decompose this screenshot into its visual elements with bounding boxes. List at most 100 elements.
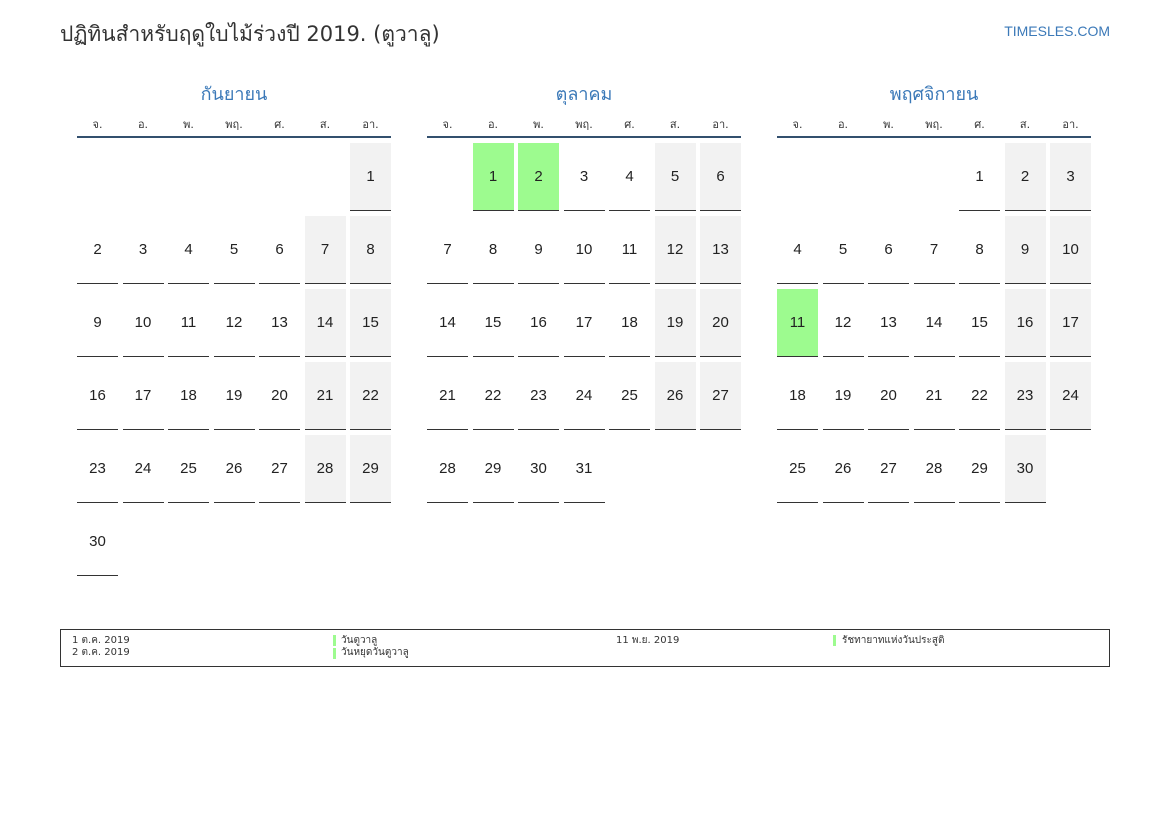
holiday-day-cell[interactable]: 11 <box>777 289 818 357</box>
day-cell[interactable]: 5 <box>654 143 696 211</box>
day-cell[interactable]: 7 <box>304 216 346 284</box>
day-cell[interactable]: 21 <box>427 362 468 430</box>
weekday-label: พฤ. <box>225 118 243 131</box>
day-cell[interactable]: 21 <box>304 362 346 430</box>
day-cell[interactable]: 8 <box>959 216 1000 284</box>
day-cell[interactable]: 2 <box>77 216 118 284</box>
day-cell[interactable]: 13 <box>700 216 741 284</box>
day-cell[interactable]: 23 <box>518 362 559 430</box>
day-cell[interactable]: 18 <box>777 362 818 430</box>
day-cell[interactable]: 6 <box>259 216 300 284</box>
day-cell[interactable]: 1 <box>959 143 1000 211</box>
day-cell[interactable]: 17 <box>563 289 605 357</box>
day-cell[interactable]: 23 <box>77 435 118 503</box>
day-cell[interactable]: 20 <box>259 362 300 430</box>
day-cell[interactable]: 5 <box>213 216 255 284</box>
day-cell[interactable]: 4 <box>609 143 650 211</box>
day-cell[interactable]: 28 <box>427 435 468 503</box>
day-cell[interactable]: 15 <box>350 289 391 357</box>
day-cell[interactable]: 7 <box>913 216 955 284</box>
day-cell[interactable]: 14 <box>427 289 468 357</box>
day-cell[interactable]: 29 <box>959 435 1000 503</box>
day-cell[interactable]: 20 <box>700 289 741 357</box>
day-cell[interactable]: 10 <box>122 289 164 357</box>
day-cell[interactable]: 11 <box>168 289 209 357</box>
day-cell[interactable]: 19 <box>822 362 864 430</box>
brand-link[interactable]: TIMESLES.COM <box>1004 23 1110 39</box>
day-cell[interactable]: 11 <box>609 216 650 284</box>
day-cell[interactable]: 12 <box>654 216 696 284</box>
day-cell[interactable]: 12 <box>822 289 864 357</box>
day-cell[interactable]: 8 <box>472 216 514 284</box>
day-cell[interactable]: 30 <box>1004 435 1046 503</box>
day-cell[interactable]: 30 <box>77 508 118 576</box>
weekday-label: อ. <box>837 118 849 131</box>
weekday-label: อ. <box>137 118 149 131</box>
day-cell[interactable]: 26 <box>822 435 864 503</box>
day-cell[interactable]: 22 <box>350 362 391 430</box>
day-cell[interactable]: 26 <box>654 362 696 430</box>
day-cell[interactable]: 29 <box>472 435 514 503</box>
day-cell[interactable]: 16 <box>518 289 559 357</box>
day-cell[interactable]: 6 <box>868 216 909 284</box>
day-cell[interactable]: 16 <box>77 362 118 430</box>
day-cell[interactable]: 14 <box>913 289 955 357</box>
day-cell[interactable]: 28 <box>304 435 346 503</box>
empty-cell <box>868 143 909 210</box>
day-cell[interactable]: 4 <box>777 216 818 284</box>
day-cell[interactable]: 15 <box>959 289 1000 357</box>
day-cell[interactable]: 3 <box>122 216 164 284</box>
holiday-day-cell[interactable]: 1 <box>472 143 514 211</box>
day-cell[interactable]: 24 <box>122 435 164 503</box>
day-cell[interactable]: 27 <box>259 435 300 503</box>
day-cell[interactable]: 2 <box>1004 143 1046 211</box>
day-cell[interactable]: 13 <box>259 289 300 357</box>
day-cell[interactable]: 22 <box>472 362 514 430</box>
day-cell[interactable]: 14 <box>304 289 346 357</box>
day-cell[interactable]: 19 <box>654 289 696 357</box>
day-cell[interactable]: 30 <box>518 435 559 503</box>
day-cell[interactable]: 12 <box>213 289 255 357</box>
day-cell[interactable]: 31 <box>563 435 605 503</box>
day-cell[interactable]: 3 <box>1050 143 1091 211</box>
day-cell[interactable]: 3 <box>563 143 605 211</box>
day-cell[interactable]: 9 <box>518 216 559 284</box>
day-cell[interactable]: 6 <box>700 143 741 211</box>
day-cell[interactable]: 25 <box>777 435 818 503</box>
day-cell[interactable]: 15 <box>472 289 514 357</box>
day-cell[interactable]: 13 <box>868 289 909 357</box>
day-cell[interactable]: 17 <box>1050 289 1091 357</box>
legend-holiday-name: รัชทายาทแห่งวันประสูติ <box>842 635 945 646</box>
day-cell[interactable]: 23 <box>1004 362 1046 430</box>
day-cell[interactable]: 8 <box>350 216 391 284</box>
holiday-day-cell[interactable]: 2 <box>518 143 559 211</box>
day-cell[interactable]: 20 <box>868 362 909 430</box>
day-cell[interactable]: 16 <box>1004 289 1046 357</box>
day-cell[interactable]: 10 <box>563 216 605 284</box>
day-cell[interactable]: 27 <box>700 362 741 430</box>
day-cell[interactable]: 26 <box>213 435 255 503</box>
day-cell[interactable]: 29 <box>350 435 391 503</box>
day-cell[interactable]: 18 <box>609 289 650 357</box>
day-cell[interactable]: 24 <box>563 362 605 430</box>
day-cell[interactable]: 22 <box>959 362 1000 430</box>
day-cell[interactable]: 1 <box>350 143 391 211</box>
day-cell[interactable]: 25 <box>609 362 650 430</box>
day-cell[interactable]: 27 <box>868 435 909 503</box>
day-cell[interactable]: 24 <box>1050 362 1091 430</box>
empty-cell <box>823 143 864 210</box>
day-cell[interactable]: 21 <box>913 362 955 430</box>
day-cell[interactable]: 10 <box>1050 216 1091 284</box>
day-cell[interactable]: 28 <box>913 435 955 503</box>
day-cell[interactable]: 5 <box>822 216 864 284</box>
day-cell[interactable]: 25 <box>168 435 209 503</box>
day-cell[interactable]: 19 <box>213 362 255 430</box>
empty-cell <box>259 143 300 210</box>
day-cell[interactable]: 7 <box>427 216 468 284</box>
day-cell[interactable]: 17 <box>122 362 164 430</box>
weekday-header: จ. อ. พ. พฤ. ศ. ส. อา. <box>777 110 1091 138</box>
day-cell[interactable]: 9 <box>77 289 118 357</box>
day-cell[interactable]: 4 <box>168 216 209 284</box>
day-cell[interactable]: 9 <box>1004 216 1046 284</box>
day-cell[interactable]: 18 <box>168 362 209 430</box>
